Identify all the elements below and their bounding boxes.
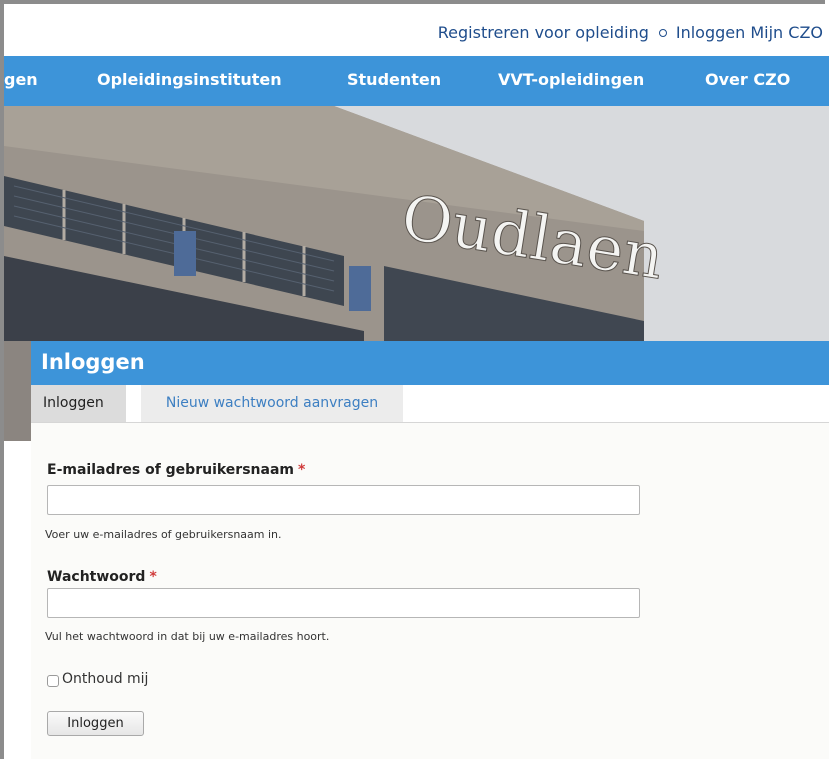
- login-mijn-czo-link[interactable]: Inloggen Mijn CZO: [676, 23, 823, 42]
- bullet-separator-icon: [658, 28, 667, 37]
- password-help: Vul het wachtwoord in dat bij uw e-maila…: [45, 630, 330, 643]
- password-required-marker: *: [149, 569, 157, 585]
- username-required-marker: *: [298, 462, 306, 478]
- nav-item-opleidingen-cropped[interactable]: gen: [4, 70, 38, 89]
- username-label: E-mailadres of gebruikersnaam *: [47, 462, 305, 478]
- page-frame: Registreren voor opleiding Inloggen Mijn …: [0, 0, 829, 759]
- building-illustration: Oudlaen: [4, 106, 829, 341]
- username-help: Voer uw e-mailadres of gebruikersnaam in…: [45, 528, 282, 541]
- utility-bar: Registreren voor opleiding Inloggen Mijn …: [4, 4, 829, 57]
- login-submit-button[interactable]: Inloggen: [47, 711, 144, 736]
- password-label: Wachtwoord *: [47, 569, 157, 585]
- hero-image: Oudlaen: [4, 106, 829, 341]
- hero-edge: [4, 341, 31, 441]
- main-navigation: gen Opleidingsinstituten Studenten VVT-o…: [4, 56, 829, 106]
- username-label-text: E-mailadres of gebruikersnaam: [47, 462, 294, 478]
- utility-links: Registreren voor opleiding Inloggen Mijn …: [438, 23, 823, 42]
- register-link[interactable]: Registreren voor opleiding: [438, 23, 649, 42]
- nav-item-opleidingsinstituten[interactable]: Opleidingsinstituten: [97, 70, 282, 89]
- nav-item-vvt-opleidingen[interactable]: VVT-opleidingen: [498, 70, 644, 89]
- login-tabs: Inloggen Nieuw wachtwoord aanvragen: [31, 385, 829, 423]
- remember-me-label[interactable]: Onthoud mij: [62, 671, 148, 687]
- login-panel: Inloggen Inloggen Nieuw wachtwoord aanvr…: [31, 341, 829, 759]
- tab-inloggen[interactable]: Inloggen: [31, 385, 126, 422]
- password-label-text: Wachtwoord: [47, 569, 146, 585]
- panel-title: Inloggen: [41, 350, 145, 374]
- password-input[interactable]: [47, 588, 640, 618]
- nav-item-studenten[interactable]: Studenten: [347, 70, 441, 89]
- tab-nieuw-wachtwoord[interactable]: Nieuw wachtwoord aanvragen: [141, 385, 403, 422]
- nav-item-over-czo[interactable]: Over CZO: [705, 70, 790, 89]
- remember-me-checkbox[interactable]: [47, 675, 59, 687]
- panel-header: Inloggen: [31, 341, 829, 385]
- username-input[interactable]: [47, 485, 640, 515]
